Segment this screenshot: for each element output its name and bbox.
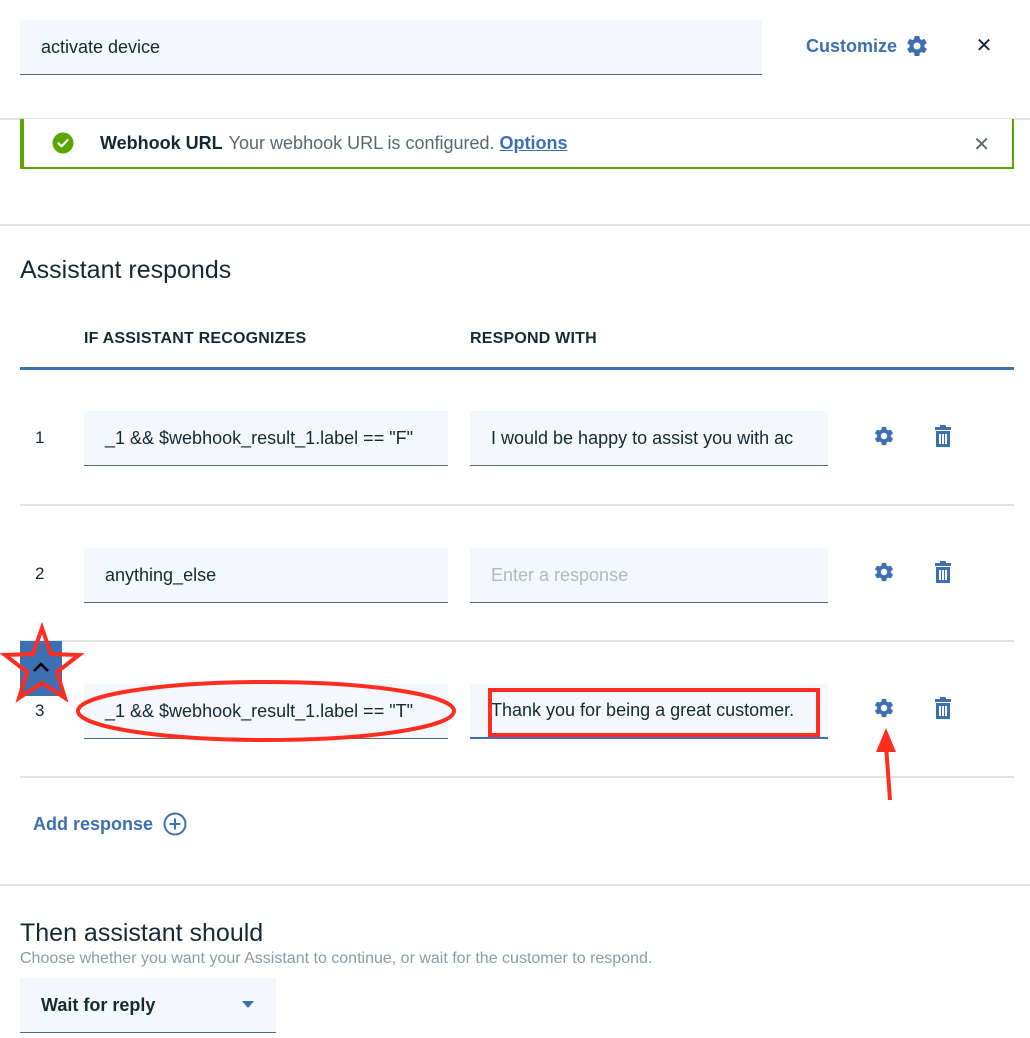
row-number: 2: [35, 564, 45, 583]
node-name-input[interactable]: [20, 20, 762, 74]
column-header-condition: IF ASSISTANT RECOGNIZES: [84, 330, 307, 347]
gear-icon: [907, 36, 927, 57]
trash-icon[interactable]: [934, 425, 952, 447]
condition-value: _1 && $webhook_result_1.label == "F": [105, 427, 413, 448]
assistant-responds-heading: Assistant responds: [20, 256, 232, 284]
dropdown-selected-value: Wait for reply: [41, 994, 156, 1015]
response-input[interactable]: I would be happy to assist you with ac: [470, 411, 828, 466]
caret-down-icon: [242, 1001, 254, 1008]
response-placeholder: Enter a response: [491, 564, 629, 585]
condition-input[interactable]: _1 && $webhook_result_1.label == "F": [84, 411, 448, 466]
response-value: I would be happy to assist you with ac: [491, 427, 794, 448]
condition-value: anything_else: [105, 564, 217, 585]
divider: [0, 224, 1030, 226]
condition-input[interactable]: anything_else: [84, 548, 448, 603]
gear-icon[interactable]: [873, 561, 895, 583]
response-value: Thank you for being a great customer.: [491, 700, 795, 720]
next-step-dropdown[interactable]: Wait for reply: [20, 978, 276, 1033]
add-response-label: Add response: [33, 813, 154, 834]
notification-title: Webhook URL: [100, 132, 223, 153]
close-button[interactable]: ✕: [974, 36, 994, 56]
column-header-response: RESPOND WITH: [470, 330, 597, 347]
chevron-up-icon: [33, 662, 49, 672]
then-assistant-heading: Then assistant should: [20, 919, 264, 947]
plus-circle-icon: [163, 812, 187, 836]
node-name-field[interactable]: [20, 20, 762, 75]
row-number: 3: [35, 701, 45, 720]
row-divider: [20, 776, 1014, 778]
webhook-notification: Webhook URL Your webhook URL is configure…: [20, 119, 1014, 169]
customize-button[interactable]: Customize: [806, 33, 929, 59]
add-response-button[interactable]: Add response: [33, 812, 187, 836]
condition-input[interactable]: _1 && $webhook_result_1.label == "T": [84, 684, 448, 739]
customize-label: Customize: [806, 35, 898, 56]
condition-value: _1 && $webhook_result_1.label == "T": [105, 700, 413, 721]
response-input[interactable]: Thank you for being a great customer.: [470, 684, 828, 739]
row-number: 1: [35, 428, 45, 447]
gear-icon[interactable]: [873, 425, 895, 447]
notification-close-button[interactable]: ✕: [973, 132, 990, 157]
options-link[interactable]: Options: [500, 133, 568, 153]
row-divider: [20, 640, 1014, 642]
header-divider: [20, 367, 1014, 370]
gear-icon[interactable]: [873, 697, 895, 719]
divider: [0, 884, 1030, 886]
notification-message: Your webhook URL is configured.: [228, 132, 495, 153]
arrow-head: [876, 728, 896, 752]
then-assistant-description: Choose whether you want your Assistant t…: [20, 950, 653, 967]
response-input[interactable]: Enter a response: [470, 548, 828, 603]
notification-text: Webhook URL Your webhook URL is configure…: [100, 133, 568, 154]
arrow-annotation: [884, 744, 892, 801]
trash-icon[interactable]: [934, 561, 952, 583]
trash-icon[interactable]: [934, 697, 952, 719]
collapse-button[interactable]: [20, 641, 62, 696]
checkmark-circle-icon: [52, 132, 74, 154]
row-divider: [20, 504, 1014, 506]
